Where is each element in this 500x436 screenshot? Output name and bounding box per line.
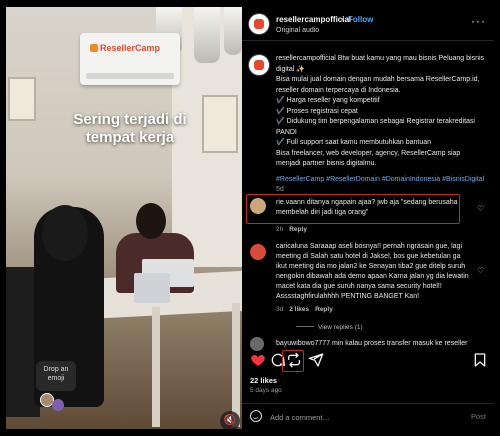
hashtags[interactable]: #ResellerCamp #ResellerDomain #DomainInd… xyxy=(276,175,488,186)
more-options-icon[interactable]: ··· xyxy=(471,14,486,28)
share-icon[interactable] xyxy=(308,352,326,370)
post-actions xyxy=(242,350,494,374)
comment-text: caricaluna Saraaap aseli bosnya!! pernah… xyxy=(276,243,469,300)
drop-emoji-sticker[interactable]: Drop an emoji xyxy=(36,361,76,391)
pendant-lamp xyxy=(224,7,242,55)
reply-button[interactable]: Reply xyxy=(289,226,307,233)
video-overlay-text: Sering terjadi di tempat kerja xyxy=(73,111,187,146)
wall-frame xyxy=(8,77,36,121)
post-media[interactable]: ResellerCamp Sering terjadi di tempat ke… xyxy=(6,7,242,429)
add-comment-bar: Post xyxy=(242,403,494,429)
emoji-icon[interactable] xyxy=(250,410,262,422)
avatar[interactable] xyxy=(250,244,266,260)
pendant-lamp xyxy=(194,7,220,63)
post-caption: resellercampofficial Btw buat kamu yang … xyxy=(276,54,488,196)
save-bookmark-icon[interactable] xyxy=(472,352,490,370)
air-conditioner: ResellerCamp xyxy=(80,33,180,85)
highlight-box xyxy=(246,194,460,224)
avatar[interactable] xyxy=(248,13,270,35)
separator: • xyxy=(341,15,344,24)
follow-button[interactable]: Follow xyxy=(348,15,373,24)
likes-count[interactable]: 2 likes xyxy=(289,306,309,313)
comment-meta: 2h Reply xyxy=(276,226,307,233)
like-comment-icon[interactable]: ♡ xyxy=(477,266,484,275)
likes-count[interactable]: 22 likes xyxy=(250,376,277,385)
repost-icon[interactable] xyxy=(286,352,304,370)
post-details-panel: resellercampofficial • Follow Original a… xyxy=(242,7,494,429)
comment-meta: 3d 2 likes Reply xyxy=(276,306,333,313)
reply-button[interactable]: Reply xyxy=(315,306,333,313)
mute-icon[interactable]: 🔇 xyxy=(220,411,240,429)
like-icon[interactable] xyxy=(250,352,268,370)
brand-logo: ResellerCamp xyxy=(90,43,160,53)
like-comment-icon[interactable]: ♡ xyxy=(477,204,484,213)
instagram-post-viewer: ResellerCamp Sering terjadi di tempat ke… xyxy=(0,0,500,436)
post-header: resellercampofficial • Follow Original a… xyxy=(242,7,494,41)
view-replies-button[interactable]: View replies (1) xyxy=(296,324,363,331)
avatar[interactable] xyxy=(250,337,264,351)
avatar[interactable] xyxy=(248,54,270,76)
laptop xyxy=(134,273,170,303)
comments-scroll-area[interactable]: resellercampofficial Btw buat kamu yang … xyxy=(242,42,494,342)
post-age: 5 days ago xyxy=(250,387,282,394)
comment-text: bayuwibowo7777 min kalau proses transfer… xyxy=(276,340,468,347)
post-button[interactable]: Post xyxy=(471,412,486,421)
username[interactable]: resellercampofficial xyxy=(276,15,351,24)
audio-label[interactable]: Original audio xyxy=(276,27,319,34)
comment-input[interactable] xyxy=(270,409,450,425)
avatar xyxy=(52,399,64,411)
